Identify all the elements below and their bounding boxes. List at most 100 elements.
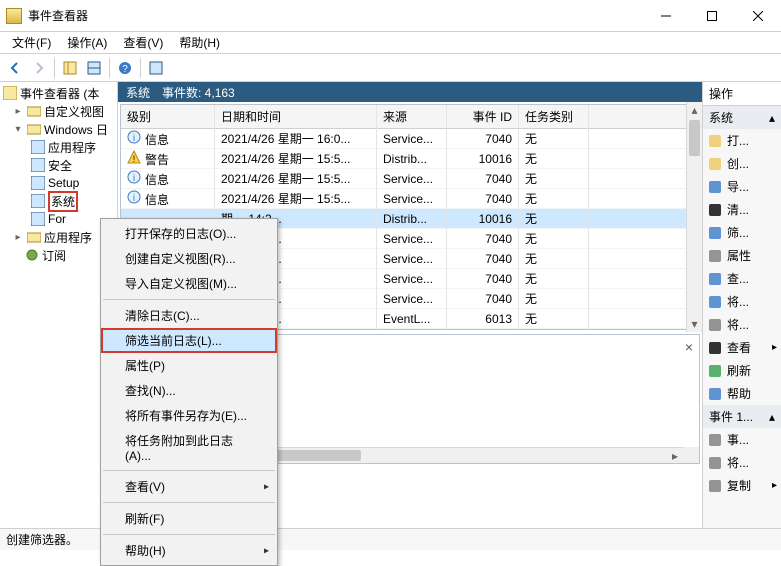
menu-view[interactable]: 查看(V) [115, 34, 171, 51]
col-level[interactable]: 级别 [121, 105, 215, 128]
actions-group-event[interactable]: 事件 1...▴ [703, 405, 781, 428]
info-icon: i [127, 130, 141, 144]
tree-setup[interactable]: Setup [48, 176, 79, 190]
action-item[interactable]: 事... [703, 428, 781, 451]
log-icon [30, 211, 46, 227]
cell-id: 10016 [447, 209, 519, 229]
action-label: 刷新 [727, 362, 751, 379]
scroll-down-icon[interactable]: ▾ [687, 316, 702, 332]
tree-subscriptions[interactable]: 订阅 [42, 247, 66, 264]
ctx-refresh[interactable]: 刷新(F) [101, 506, 277, 531]
tree-root[interactable]: 事件查看器 (本 [20, 85, 99, 102]
cell-id: 7040 [447, 229, 519, 249]
cell-source: Distrib... [377, 149, 447, 169]
attach-task-icon [707, 317, 723, 333]
collapse-icon[interactable]: ▾ [12, 124, 24, 135]
forward-button[interactable] [28, 57, 50, 79]
ctx-filter-current-log[interactable]: 筛选当前日志(L)... [101, 328, 277, 353]
action-item[interactable]: 将... [703, 290, 781, 313]
tree-apps-services[interactable]: 应用程序 [44, 229, 92, 246]
ctx-import-custom-view[interactable]: 导入自定义视图(M)... [101, 271, 277, 296]
subscriptions-icon [24, 247, 40, 263]
window-title: 事件查看器 [28, 7, 643, 24]
minimize-button[interactable] [643, 1, 689, 31]
action-label: 创... [727, 155, 749, 172]
scroll-thumb[interactable] [689, 120, 700, 156]
import-icon [707, 179, 723, 195]
log-icon [30, 175, 46, 191]
scroll-up-icon[interactable]: ▴ [687, 102, 702, 118]
ctx-view-submenu[interactable]: 查看(V)▸ [101, 474, 277, 499]
ctx-clear-log[interactable]: 清除日志(C)... [101, 303, 277, 328]
action-label: 清... [727, 201, 749, 218]
col-source[interactable]: 来源 [377, 105, 447, 128]
action-item[interactable]: 清... [703, 198, 781, 221]
svg-text:?: ? [122, 64, 128, 75]
folder-icon [26, 229, 42, 245]
chevron-right-icon: ▸ [264, 481, 269, 492]
ctx-attach-task[interactable]: 将任务附加到此日志(A)... [101, 428, 277, 467]
svg-text:!: ! [133, 154, 136, 164]
expand-icon[interactable]: ▸ [12, 106, 24, 117]
cell-level: 信息 [145, 193, 169, 207]
col-category[interactable]: 任务类别 [519, 105, 589, 128]
action-item[interactable]: 将... [703, 313, 781, 336]
ctx-separator [103, 534, 275, 535]
action-item[interactable]: 刷新 [703, 359, 781, 382]
menu-file[interactable]: 文件(F) [4, 34, 59, 51]
help-toolbar-button[interactable]: ? [114, 57, 136, 79]
action-item[interactable]: 创... [703, 152, 781, 175]
action-item[interactable]: 查看▸ [703, 336, 781, 359]
col-id[interactable]: 事件 ID [447, 105, 519, 128]
context-menu[interactable]: 打开保存的日志(O)... 创建自定义视图(R)... 导入自定义视图(M)..… [100, 218, 278, 566]
cell-level: 信息 [145, 173, 169, 187]
expand-icon[interactable]: ▸ [12, 232, 24, 243]
list-title: 系统 [126, 84, 150, 101]
show-preview-button[interactable] [83, 57, 105, 79]
table-row[interactable]: i信息2021/4/26 星期一 15:5...Service...7040无 [121, 189, 699, 209]
tree-custom-views[interactable]: 自定义视图 [44, 103, 104, 120]
action-label: 打... [727, 132, 749, 149]
show-tree-button[interactable] [59, 57, 81, 79]
extra-toolbar-button[interactable] [145, 57, 167, 79]
action-item[interactable]: 帮助 [703, 382, 781, 405]
col-datetime[interactable]: 日期和时间 [215, 105, 377, 128]
action-item[interactable]: 复制▸ [703, 474, 781, 497]
ctx-help-submenu[interactable]: 帮助(H)▸ [101, 538, 277, 563]
maximize-button[interactable] [689, 1, 735, 31]
action-item[interactable]: 将... [703, 451, 781, 474]
ctx-open-saved-log[interactable]: 打开保存的日志(O)... [101, 221, 277, 246]
collapse-icon[interactable]: ▴ [769, 410, 775, 424]
action-item[interactable]: 查... [703, 267, 781, 290]
actions-group-system[interactable]: 系统▴ [703, 106, 781, 129]
menu-action[interactable]: 操作(A) [59, 34, 115, 51]
action-label: 导... [727, 178, 749, 195]
action-item[interactable]: 导... [703, 175, 781, 198]
close-detail-button[interactable]: × [685, 339, 693, 355]
actions-pane: 操作 系统▴ 打...创...导...清...筛...属性查...将...将..… [703, 82, 781, 528]
log-icon [30, 157, 46, 173]
grid-vscrollbar[interactable]: ▴ ▾ [686, 102, 702, 332]
action-item[interactable]: 打... [703, 129, 781, 152]
ctx-find[interactable]: 查找(N)... [101, 378, 277, 403]
ctx-create-custom-view[interactable]: 创建自定义视图(R)... [101, 246, 277, 271]
menu-help[interactable]: 帮助(H) [171, 34, 228, 51]
action-item[interactable]: 属性 [703, 244, 781, 267]
filter-icon [707, 225, 723, 241]
collapse-icon[interactable]: ▴ [769, 111, 775, 125]
tree-forwarded[interactable]: For [48, 212, 66, 226]
scroll-right-icon[interactable]: ▸ [667, 448, 683, 463]
action-item[interactable]: 筛... [703, 221, 781, 244]
tree-windows-logs[interactable]: Windows 日 [44, 121, 108, 138]
ctx-properties[interactable]: 属性(P) [101, 353, 277, 378]
svg-text:i: i [133, 193, 135, 204]
back-button[interactable] [4, 57, 26, 79]
tree-application[interactable]: 应用程序 [48, 139, 96, 156]
tree-system[interactable]: 系统 [48, 191, 78, 212]
tree-security[interactable]: 安全 [48, 157, 72, 174]
cell-id: 6013 [447, 309, 519, 329]
close-button[interactable] [735, 1, 781, 31]
ctx-save-all-events[interactable]: 将所有事件另存为(E)... [101, 403, 277, 428]
attach-task-icon [707, 455, 723, 471]
cell-source: Service... [377, 129, 447, 149]
